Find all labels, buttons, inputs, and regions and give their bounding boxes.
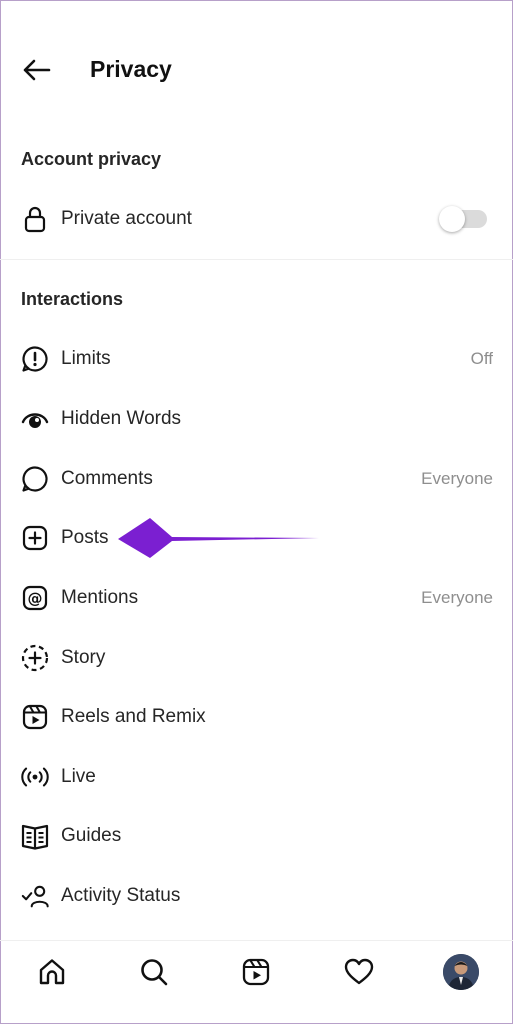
- heart-icon: [344, 958, 374, 985]
- section-title-interactions: Interactions: [21, 289, 124, 309]
- comments-row[interactable]: Comments Everyone: [0, 451, 513, 507]
- private-account-row[interactable]: Private account: [0, 191, 513, 247]
- profile-avatar: [443, 954, 479, 990]
- live-icon: [20, 762, 50, 792]
- mention-icon: @: [20, 583, 50, 613]
- back-arrow-icon: [23, 59, 51, 81]
- activity-status-row[interactable]: Activity Status: [0, 868, 513, 924]
- hidden-words-icon: [20, 404, 50, 434]
- profile-button[interactable]: [443, 954, 479, 990]
- guides-label: Guides: [61, 825, 122, 846]
- private-account-label: Private account: [61, 208, 192, 229]
- limits-value: Off: [470, 349, 493, 368]
- nav-divider: [0, 940, 513, 941]
- home-button[interactable]: [34, 954, 70, 990]
- mentions-value: Everyone: [421, 588, 493, 607]
- comments-label: Comments: [61, 468, 153, 489]
- section-title-account-privacy: Account privacy: [21, 149, 162, 169]
- guides-row[interactable]: Guides: [0, 808, 513, 864]
- plus-square-icon: [20, 523, 50, 553]
- page-title: Privacy: [90, 56, 172, 82]
- limits-icon: [20, 344, 50, 374]
- story-row[interactable]: Story: [0, 630, 513, 686]
- mentions-row[interactable]: @ Mentions Everyone: [0, 570, 513, 626]
- reels-nav-button[interactable]: [238, 954, 274, 990]
- search-button[interactable]: [136, 954, 172, 990]
- section-divider: [0, 259, 513, 260]
- live-row[interactable]: Live: [0, 749, 513, 805]
- activity-status-label: Activity Status: [61, 885, 181, 906]
- story-label: Story: [61, 647, 106, 668]
- live-label: Live: [61, 766, 96, 787]
- back-button[interactable]: [16, 52, 56, 88]
- header: Privacy: [0, 40, 513, 100]
- posts-label: Posts: [61, 527, 109, 548]
- hidden-words-row[interactable]: Hidden Words: [0, 391, 513, 447]
- story-icon: [20, 643, 50, 673]
- lock-icon: [20, 204, 50, 234]
- limits-row[interactable]: Limits Off: [0, 331, 513, 387]
- reels-icon: [242, 958, 270, 986]
- toggle-knob: [439, 206, 465, 232]
- reels-icon: [20, 702, 50, 732]
- home-icon: [39, 959, 65, 985]
- limits-label: Limits: [61, 348, 111, 369]
- hidden-words-label: Hidden Words: [61, 408, 182, 429]
- reels-row[interactable]: Reels and Remix: [0, 689, 513, 745]
- guides-icon: [20, 821, 50, 851]
- svg-text:@: @: [28, 590, 43, 608]
- comment-icon: [20, 464, 50, 494]
- search-icon: [141, 959, 168, 986]
- private-account-toggle[interactable]: [439, 206, 487, 232]
- comments-value: Everyone: [421, 469, 493, 488]
- activity-button[interactable]: [341, 954, 377, 990]
- activity-status-icon: [20, 881, 50, 911]
- bottom-nav: [0, 942, 513, 1002]
- reels-label: Reels and Remix: [61, 706, 206, 727]
- annotation-arrow-icon: [118, 518, 319, 558]
- mentions-label: Mentions: [61, 587, 139, 608]
